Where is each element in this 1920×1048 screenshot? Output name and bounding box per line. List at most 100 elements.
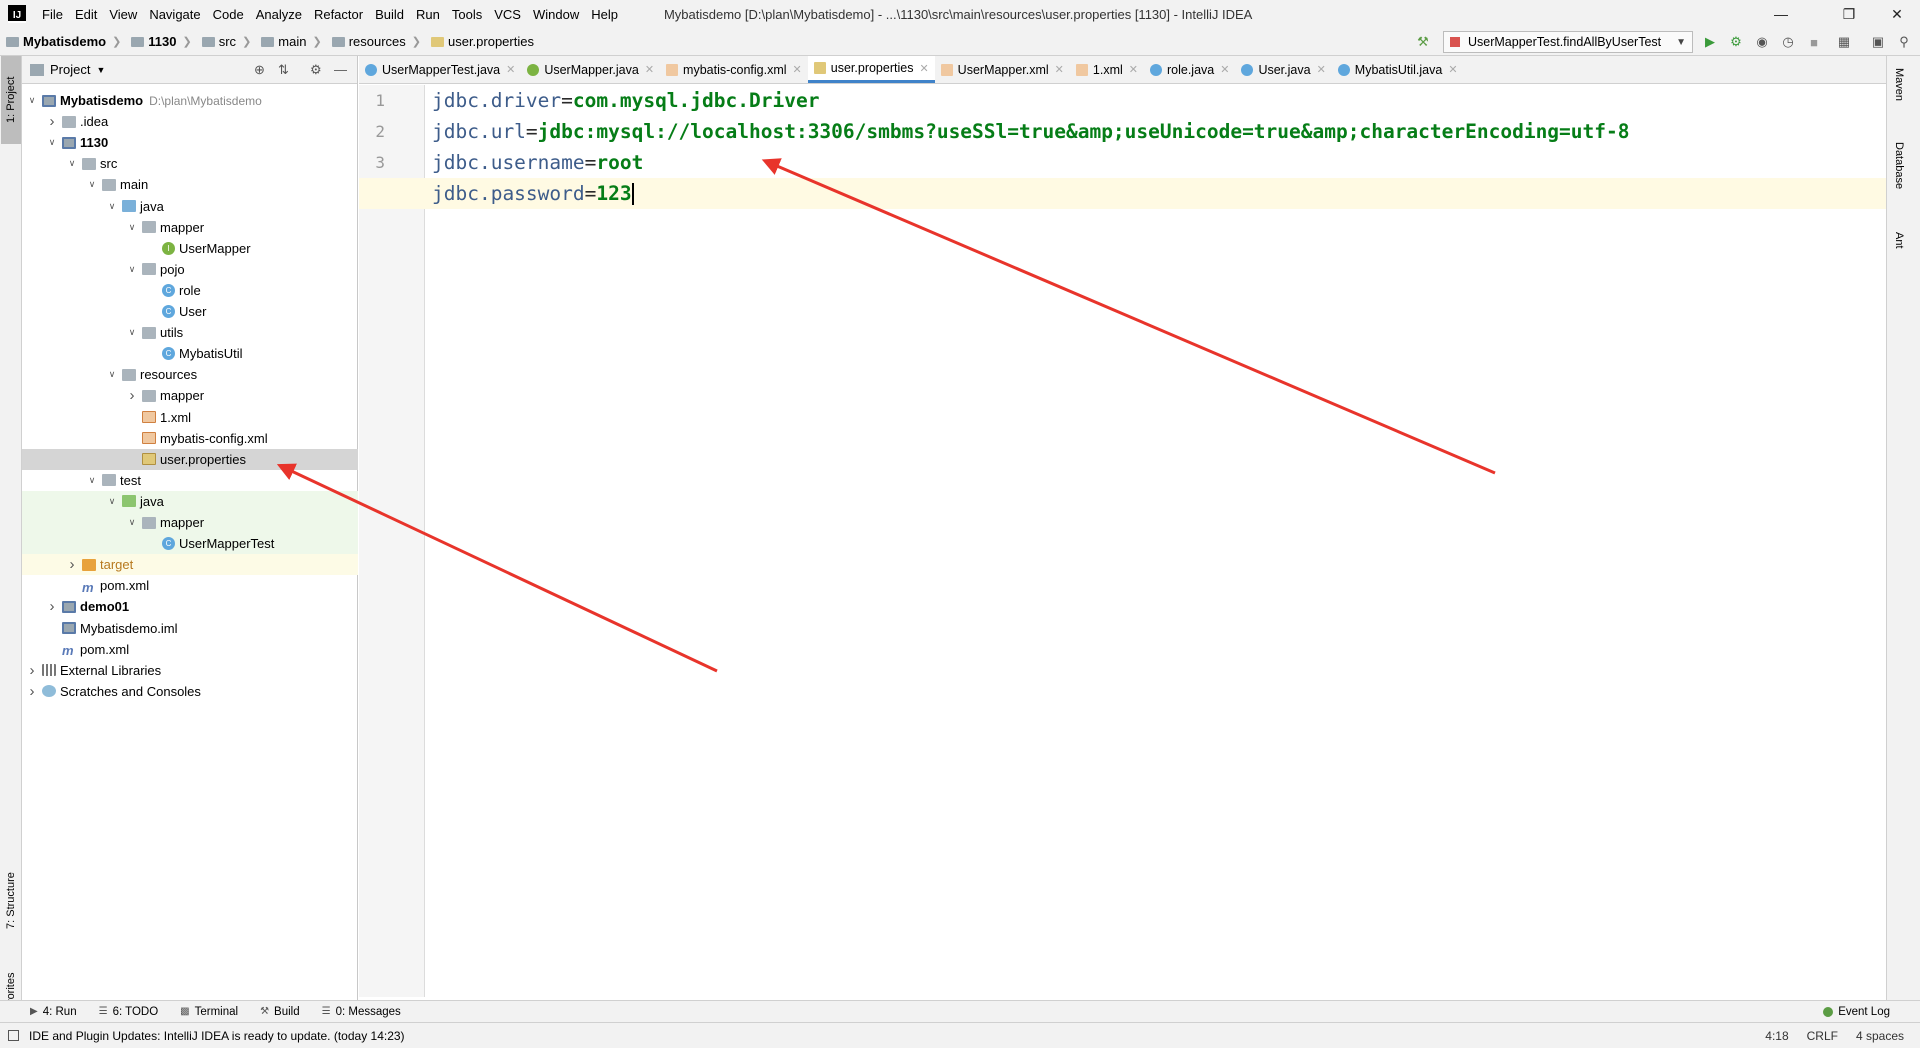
- chevron-down-icon[interactable]: ∨: [126, 517, 138, 528]
- breadcrumb-file[interactable]: user.properties: [425, 34, 538, 49]
- tab-mybatisutil-java[interactable]: MybatisUtil.java ✕: [1332, 56, 1464, 83]
- project-tool-tab[interactable]: 1: Project: [1, 56, 21, 144]
- close-icon[interactable]: ✕: [1220, 63, 1229, 76]
- messages-tool-button[interactable]: ☰ 0: Messages: [322, 1006, 401, 1018]
- tree-item-target[interactable]: › target: [22, 554, 358, 576]
- chevron-down-icon[interactable]: ∨: [106, 496, 118, 507]
- ant-tool-tab[interactable]: Ant: [1893, 232, 1905, 249]
- code-editor[interactable]: jdbc.driver = com.mysql.jdbc.Driver jdbc.u…: [359, 85, 1886, 997]
- chevron-right-icon[interactable]: ›: [66, 556, 78, 573]
- status-message[interactable]: IDE and Plugin Updates: IntelliJ IDEA is…: [8, 1029, 405, 1043]
- run-icon[interactable]: ▶: [1702, 34, 1718, 50]
- collapse-all-icon[interactable]: ⇅: [278, 62, 289, 78]
- tree-item-resources-mapper[interactable]: › mapper: [22, 385, 358, 406]
- chevron-right-icon[interactable]: ›: [26, 683, 38, 700]
- debug-icon[interactable]: ⚙: [1728, 34, 1744, 50]
- menu-tools[interactable]: Tools: [446, 7, 488, 22]
- gear-icon[interactable]: ⚙: [310, 62, 322, 78]
- minimize-icon[interactable]: —: [1758, 0, 1804, 28]
- line-separator[interactable]: CRLF: [1807, 1029, 1838, 1043]
- tree-item-demo01[interactable]: › demo01: [22, 596, 358, 617]
- database-tool-tab[interactable]: Database: [1893, 142, 1905, 189]
- event-log-button[interactable]: Event Log: [1823, 1006, 1890, 1018]
- tree-item-test-mapper[interactable]: ∨ mapper: [22, 512, 358, 533]
- tree-item-resources[interactable]: ∨ resources: [22, 364, 358, 385]
- profile-icon[interactable]: ◷: [1780, 34, 1796, 50]
- close-icon[interactable]: ✕: [1129, 63, 1138, 76]
- code-line-2[interactable]: jdbc.url = jdbc:mysql://localhost:3306/smb…: [432, 116, 1630, 147]
- tree-item-user[interactable]: C User: [22, 301, 358, 322]
- chevron-right-icon[interactable]: ›: [126, 387, 138, 404]
- close-icon[interactable]: ✕: [506, 63, 515, 76]
- tab-user-properties[interactable]: user.properties ✕: [807, 56, 935, 83]
- tab-mybatis-config-xml[interactable]: mybatis-config.xml ✕: [660, 56, 808, 83]
- tree-item-src[interactable]: ∨ src: [22, 153, 358, 174]
- breadcrumb-module[interactable]: 1130 ❯: [125, 34, 195, 49]
- maven-tool-tab[interactable]: Maven: [1893, 68, 1905, 101]
- tree-item-usermapper[interactable]: I UserMapper: [22, 238, 358, 259]
- structure-tool-tab[interactable]: 7: Structure: [1, 856, 21, 946]
- menu-view[interactable]: View: [103, 7, 143, 22]
- breadcrumb-resources[interactable]: resources ❯: [326, 34, 425, 49]
- tree-item-user-properties[interactable]: user.properties: [22, 448, 358, 470]
- toggle-tool-windows-icon[interactable]: [8, 1030, 19, 1041]
- tab-usermapper-java[interactable]: UserMapper.java ✕: [521, 56, 660, 83]
- chevron-down-icon[interactable]: ∨: [126, 327, 138, 338]
- chevron-down-icon[interactable]: ∨: [126, 264, 138, 275]
- tree-item-1-xml[interactable]: 1.xml: [22, 407, 358, 428]
- breadcrumb-src[interactable]: src ❯: [196, 34, 256, 49]
- tab-role-java[interactable]: role.java ✕: [1144, 56, 1235, 83]
- menu-window[interactable]: Window: [527, 7, 585, 22]
- project-structure-icon[interactable]: ▦: [1836, 34, 1852, 50]
- chevron-right-icon[interactable]: ›: [46, 113, 58, 130]
- tab-usermapper-xml[interactable]: UserMapper.xml ✕: [935, 56, 1070, 83]
- terminal-tool-button[interactable]: ▩ Terminal: [180, 1006, 238, 1018]
- run-configuration-select[interactable]: UserMapperTest.findAllByUserTest ▼: [1443, 31, 1693, 53]
- tree-item-1130[interactable]: ∨ 1130: [22, 132, 358, 153]
- tree-item-mybatisutil[interactable]: C MybatisUtil: [22, 343, 358, 364]
- code-line-4[interactable]: jdbc.password = 123: [432, 178, 634, 209]
- project-view-title[interactable]: Project: [50, 62, 90, 77]
- menu-edit[interactable]: Edit: [69, 7, 103, 22]
- tree-item-main[interactable]: ∨ main: [22, 174, 358, 195]
- tab-user-java[interactable]: User.java ✕: [1235, 56, 1331, 83]
- code-line-1[interactable]: jdbc.driver = com.mysql.jdbc.Driver: [432, 85, 819, 116]
- breadcrumb-project[interactable]: Mybatisdemo ❯: [0, 34, 125, 49]
- chevron-down-icon[interactable]: ∨: [126, 222, 138, 233]
- close-icon[interactable]: ✕: [1055, 63, 1064, 76]
- menu-help[interactable]: Help: [585, 7, 624, 22]
- menu-navigate[interactable]: Navigate: [143, 7, 206, 22]
- menu-analyze[interactable]: Analyze: [250, 7, 308, 22]
- locate-file-icon[interactable]: ⊕: [254, 62, 265, 78]
- tab-usermappertest-java[interactable]: UserMapperTest.java ✕: [359, 56, 521, 83]
- tree-item-pojo[interactable]: ∨ pojo: [22, 259, 358, 280]
- breadcrumb-main[interactable]: main ❯: [255, 34, 325, 49]
- caret-position[interactable]: 4:18: [1765, 1029, 1788, 1043]
- chevron-down-icon[interactable]: ▼: [96, 65, 105, 75]
- close-icon[interactable]: ✕: [1448, 63, 1457, 76]
- chevron-right-icon[interactable]: ›: [46, 598, 58, 615]
- tree-item-mapper[interactable]: ∨ mapper: [22, 217, 358, 238]
- close-icon[interactable]: ✕: [645, 63, 654, 76]
- tree-item-root-pom-xml[interactable]: m pom.xml: [22, 639, 358, 660]
- close-icon[interactable]: ✕: [793, 63, 802, 76]
- code-line-3[interactable]: jdbc.username = root: [432, 147, 643, 178]
- menu-run[interactable]: Run: [410, 7, 446, 22]
- chevron-down-icon[interactable]: ∨: [106, 201, 118, 212]
- tree-item-scratches[interactable]: › Scratches and Consoles: [22, 681, 358, 702]
- build-tool-button[interactable]: ⚒ Build: [260, 1006, 300, 1018]
- tree-item-mybatisdemo-iml[interactable]: Mybatisdemo.iml: [22, 618, 358, 639]
- stop-icon[interactable]: ■: [1806, 34, 1822, 50]
- tree-item-java[interactable]: ∨ java: [22, 196, 358, 217]
- menu-build[interactable]: Build: [369, 7, 410, 22]
- chevron-down-icon[interactable]: ∨: [46, 137, 58, 148]
- menu-code[interactable]: Code: [207, 7, 250, 22]
- tree-item-external-libraries[interactable]: › External Libraries: [22, 660, 358, 681]
- chevron-down-icon[interactable]: ∨: [86, 179, 98, 190]
- coverage-icon[interactable]: ◉: [1754, 34, 1770, 50]
- tree-item-pom-xml[interactable]: m pom.xml: [22, 575, 358, 596]
- menu-vcs[interactable]: VCS: [488, 7, 527, 22]
- hide-panel-icon[interactable]: —: [334, 62, 347, 77]
- todo-tool-button[interactable]: ☰ 6: TODO: [99, 1006, 159, 1018]
- tree-item-mybatis-config-xml[interactable]: mybatis-config.xml: [22, 428, 358, 449]
